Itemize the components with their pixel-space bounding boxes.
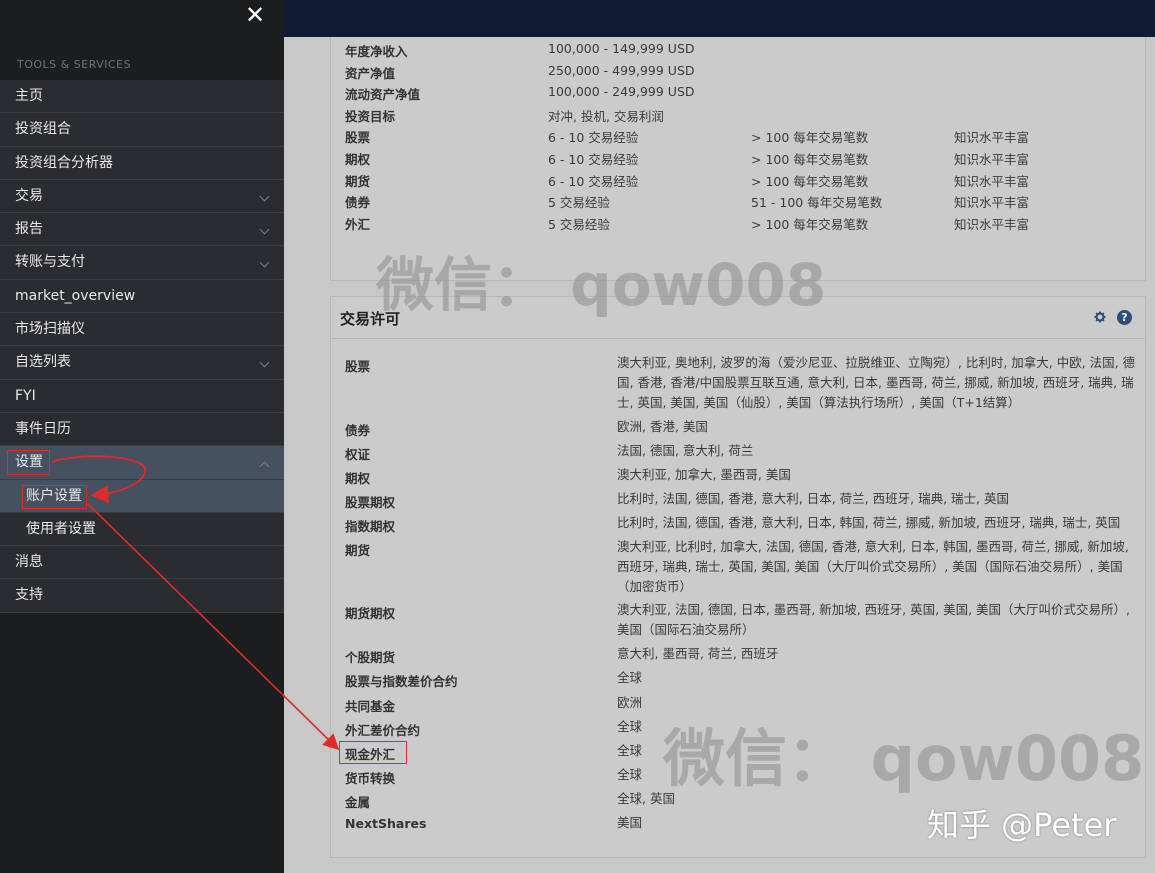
profile-label: 外汇 — [345, 214, 370, 233]
sidebar-item-label: 自选列表 — [15, 354, 71, 370]
sidebar-item-label: 支持 — [15, 587, 43, 603]
close-icon[interactable]: ✕ — [243, 3, 267, 27]
permission-label: 指数期权 — [345, 516, 395, 535]
profile-value: 51 - 100 每年交易笔数 — [751, 192, 882, 211]
wechat-watermark: 微信： qow008 — [663, 708, 1144, 798]
sidebar-item[interactable]: 交易 — [0, 180, 284, 213]
sidebar-item-label: 转账与支付 — [15, 254, 85, 270]
profile-label: 投资目标 — [345, 106, 395, 125]
permission-label: 债券 — [345, 420, 370, 439]
profile-value: 5 交易经验 — [548, 214, 610, 233]
sidebar-item[interactable]: 事件日历 — [0, 413, 284, 446]
profile-value: 知识水平丰富 — [954, 192, 1029, 211]
sidebar-item[interactable]: 支持 — [0, 579, 284, 612]
sidebar-item-label: 投资组合 — [15, 121, 71, 137]
profile-label: 债券 — [345, 192, 370, 211]
sidebar-item[interactable]: 自选列表 — [0, 346, 284, 379]
profile-value: 100,000 - 149,999 USD — [548, 41, 695, 56]
profile-value: 对冲, 投机, 交易利润 — [548, 106, 664, 125]
wechat-watermark: 微信： qow008 — [376, 238, 826, 322]
profile-value: > 100 每年交易笔数 — [751, 171, 868, 190]
profile-value: 知识水平丰富 — [954, 127, 1029, 146]
permission-value: 全球 — [617, 668, 1137, 688]
sidebar-item[interactable]: FYI — [0, 380, 284, 413]
sidebar-item[interactable]: 消息 — [0, 546, 284, 579]
sidebar-item[interactable]: 转账与支付 — [0, 246, 284, 279]
permission-label: 货币转换 — [345, 768, 395, 787]
sidebar-menu: 主页投资组合投资组合分析器交易报告转账与支付 market_overview 市场扫… — [0, 80, 284, 613]
sidebar-item-label: 主页 — [15, 88, 43, 104]
help-icon[interactable]: ? — [1117, 310, 1132, 325]
chevron-up-icon[interactable] — [260, 462, 270, 472]
permission-label: 股票期权 — [345, 492, 395, 511]
profile-value: 知识水平丰富 — [954, 214, 1029, 233]
permission-value: 澳大利亚, 加拿大, 墨西哥, 美国 — [617, 465, 1137, 485]
permission-label: 个股期货 — [345, 647, 395, 666]
permission-label: 权证 — [345, 444, 370, 463]
sidebar-item[interactable]: 主页 — [0, 80, 284, 113]
permission-value: 意大利, 墨西哥, 荷兰, 西班牙 — [617, 644, 1137, 664]
profile-label: 股票 — [345, 127, 370, 146]
permission-value: 澳大利亚, 比利时, 加拿大, 法国, 德国, 香港, 意大利, 日本, 韩国,… — [617, 537, 1137, 597]
profile-label: 年度净收入 — [345, 41, 408, 60]
permission-label: 外汇差价合约 — [345, 720, 420, 739]
sidebar-item-label: 消息 — [15, 554, 43, 570]
chevron-down-icon[interactable] — [260, 258, 270, 268]
profile-label: 资产净值 — [345, 63, 395, 82]
profile-value: 100,000 - 249,999 USD — [548, 84, 695, 99]
profile-label: 流动资产净值 — [345, 84, 420, 103]
profile-value: 250,000 - 499,999 USD — [548, 63, 695, 78]
sidebar-item[interactable]: 投资组合 — [0, 113, 284, 146]
sidebar-item-label: 市场扫描仪 — [15, 321, 85, 337]
gear-icon[interactable] — [1093, 310, 1107, 324]
profile-value: > 100 每年交易笔数 — [751, 149, 868, 168]
sidebar: ✕ TOOLS & SERVICES 主页投资组合投资组合分析器交易报告转账与支… — [0, 0, 284, 873]
sidebar-section-title: TOOLS & SERVICES — [17, 58, 131, 71]
profile-value: 6 - 10 交易经验 — [548, 127, 638, 146]
permission-label: 金属 — [345, 792, 370, 811]
sidebar-item-label: 报告 — [15, 221, 43, 237]
chevron-down-icon[interactable] — [260, 225, 270, 235]
sidebar-item-label: FYI — [15, 388, 36, 404]
chevron-down-icon[interactable] — [260, 358, 270, 368]
sidebar-item-label: market_overview — [15, 288, 135, 304]
sidebar-item[interactable]: 报告 — [0, 213, 284, 246]
permission-label: 期权 — [345, 468, 370, 487]
permission-value: 比利时, 法国, 德国, 香港, 意大利, 日本, 荷兰, 西班牙, 瑞典, 瑞… — [617, 489, 1137, 509]
profile-label: 期权 — [345, 149, 370, 168]
profile-value: > 100 每年交易笔数 — [751, 127, 868, 146]
chevron-down-icon[interactable] — [260, 191, 270, 201]
permission-label: NextShares — [345, 816, 426, 831]
profile-value: 6 - 10 交易经验 — [548, 171, 638, 190]
profile-value: > 100 每年交易笔数 — [751, 214, 868, 233]
sidebar-item-label: 投资组合分析器 — [15, 155, 113, 171]
zhihu-watermark: 知乎 @Peter — [927, 800, 1116, 846]
permission-label: 股票 — [345, 356, 370, 375]
sidebar-item-label: 交易 — [15, 188, 43, 204]
sidebar-item[interactable]: 投资组合分析器 — [0, 147, 284, 180]
permission-label: 共同基金 — [345, 696, 395, 715]
profile-value: 知识水平丰富 — [954, 171, 1029, 190]
top-bar — [284, 0, 1155, 37]
sidebar-item[interactable]: market_overview — [0, 280, 284, 313]
sidebar-item-label: 使用者设置 — [26, 521, 96, 537]
sidebar-item[interactable]: 市场扫描仪 — [0, 313, 284, 346]
profile-label: 期货 — [345, 171, 370, 190]
sidebar-item-label: 事件日历 — [15, 421, 71, 437]
permission-value: 法国, 德国, 意大利, 荷兰 — [617, 441, 1137, 461]
permission-value: 比利时, 法国, 德国, 香港, 意大利, 日本, 韩国, 荷兰, 挪威, 新加… — [617, 513, 1137, 533]
permission-label: 期货期权 — [345, 603, 395, 622]
permission-label: 期货 — [345, 540, 370, 559]
permission-value: 欧洲, 香港, 美国 — [617, 417, 1137, 437]
annotation-box-cash-forex — [339, 741, 407, 764]
sidebar-item[interactable]: 使用者设置 — [0, 513, 284, 546]
profile-value: 6 - 10 交易经验 — [548, 149, 638, 168]
permission-value: 澳大利亚, 奥地利, 波罗的海（爱沙尼亚、拉脱维亚、立陶宛）, 比利时, 加拿大… — [617, 353, 1137, 413]
annotation-box-settings — [7, 450, 50, 475]
profile-value: 知识水平丰富 — [954, 149, 1029, 168]
permission-value: 澳大利亚, 法国, 德国, 日本, 墨西哥, 新加坡, 西班牙, 英国, 美国,… — [617, 600, 1137, 640]
permission-label: 股票与指数差价合约 — [345, 671, 458, 690]
annotation-box-account-settings — [22, 485, 87, 509]
profile-value: 5 交易经验 — [548, 192, 610, 211]
